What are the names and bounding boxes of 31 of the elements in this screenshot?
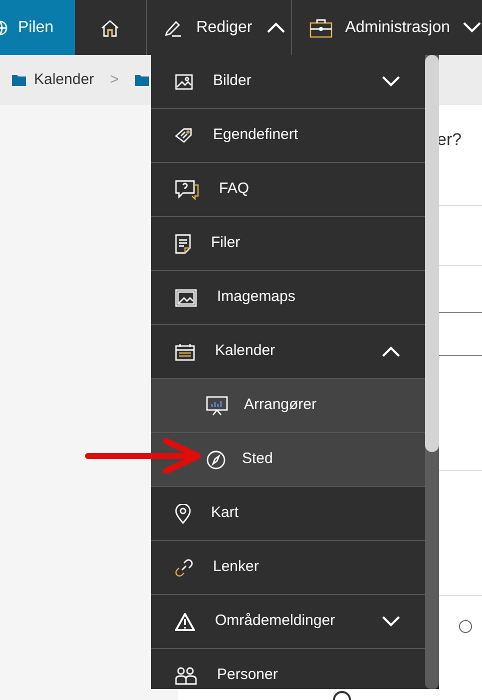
breadcrumb-link[interactable]: Kalender [34, 68, 94, 92]
menu-item[interactable]: Arrangører [151, 379, 425, 433]
menu-item[interactable]: Sted [151, 433, 425, 487]
people-icon [175, 666, 197, 684]
document-icon [175, 234, 191, 254]
chevron-icon [266, 22, 286, 33]
globe-icon [0, 20, 8, 36]
folder-icon [134, 74, 149, 86]
warning-icon [175, 612, 195, 630]
scrollbar-thumb[interactable] [425, 55, 439, 452]
pencil-icon [164, 18, 182, 36]
map-pin-icon [175, 504, 191, 524]
speech-bubble-icon [175, 180, 199, 200]
compass-icon [206, 450, 226, 470]
tag-icon [175, 128, 193, 144]
nav-tab[interactable]: Pilen [0, 0, 75, 55]
home-icon [100, 18, 120, 36]
chevron-icon [381, 76, 401, 87]
chevron-icon [462, 22, 482, 33]
briefcase-icon [309, 18, 334, 38]
calendar-icon [175, 342, 195, 360]
image-icon [175, 288, 197, 306]
link-icon [175, 558, 193, 576]
chevron-icon [381, 616, 401, 627]
radio-button[interactable] [459, 620, 472, 633]
breadcrumb-separator: > [110, 70, 119, 90]
image-icon [175, 74, 193, 90]
chevron-icon [381, 346, 401, 357]
nav-tab[interactable]: Rediger [146, 0, 292, 55]
presentation-board-icon [206, 396, 228, 416]
folder-icon [12, 74, 26, 86]
